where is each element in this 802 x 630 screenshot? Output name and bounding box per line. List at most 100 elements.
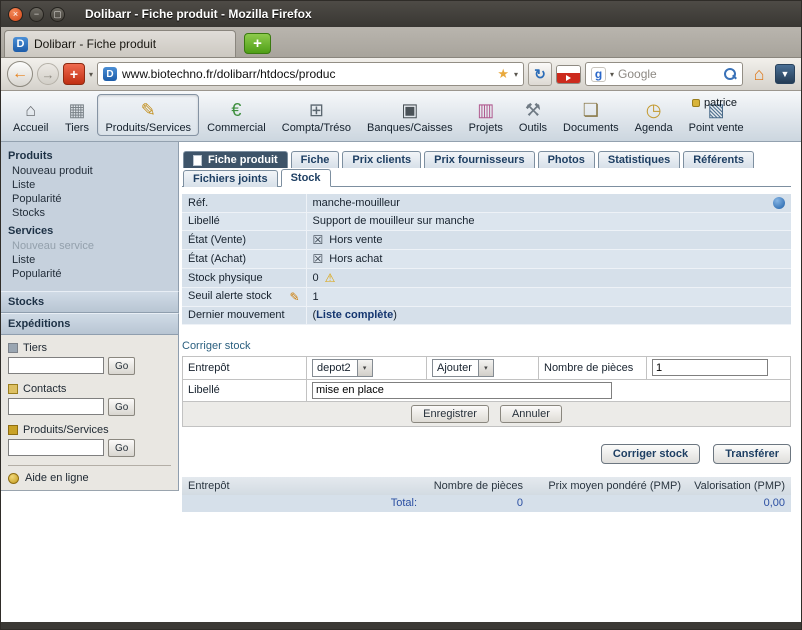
search-engine-dropdown-icon[interactable]: ▾ [610,70,614,79]
menu-label: Projets [469,122,503,134]
edit-pencil-icon[interactable]: ✎ [289,290,299,304]
menu-commercial[interactable]: € Commercial [199,94,274,136]
stock-physique-label: Stock physique [182,268,306,287]
next-ref-icon[interactable] [773,197,785,209]
search-produits-input[interactable] [8,439,104,456]
tab-stock[interactable]: Stock [281,169,331,187]
tab-prix-fournisseurs[interactable]: Prix fournisseurs [424,151,534,168]
home-button[interactable]: ⌂ [747,62,771,86]
search-contacts-input[interactable] [8,398,104,415]
close-icon: × [13,10,18,19]
chevron-down-icon: ▾ [478,360,493,376]
mouvement-label: Dernier mouvement [182,306,306,324]
online-help-link[interactable]: Aide en ligne [8,465,171,484]
menu-documents[interactable]: ❏ Documents [555,94,627,136]
youtube-icon[interactable] [556,65,581,84]
tab-referents[interactable]: Référents [683,151,754,168]
tab-fichiers-joints[interactable]: Fichiers joints [183,170,278,187]
menu-accueil[interactable]: ⌂ Accueil [5,94,56,136]
browser-tab[interactable]: D Dolibarr - Fiche produit [4,30,236,57]
sidebar-item-nouveau-produit[interactable]: Nouveau produit [1,164,178,178]
download-button[interactable]: ▼ [775,64,795,84]
sidebar-item-popularite-produits[interactable]: Popularité [1,192,178,206]
corriger-stock-button[interactable]: Corriger stock [601,444,700,464]
search-contacts-go-button[interactable]: Go [108,398,135,416]
movement-type-select[interactable]: Ajouter ▾ [432,359,494,377]
sidebar-item-stocks[interactable]: Stocks [1,206,178,220]
back-button[interactable]: ← [7,61,33,87]
tab-fiche[interactable]: Fiche [291,151,340,168]
search-produits-label: Produits/Services [23,424,109,436]
tab-prix-clients[interactable]: Prix clients [342,151,421,168]
tab-photos[interactable]: Photos [538,151,595,168]
entrepot-label: Entrepôt [183,356,307,379]
total-label: Total: [182,495,423,512]
product-info-table: Réf. manche-mouilleur Libellé Support de… [182,194,791,325]
menu-tiers[interactable]: ▦ Tiers [56,94,97,136]
menu-produits-services[interactable]: ✎ Produits/Services [97,94,199,136]
window-maximize-button[interactable]: ▢ [50,7,65,22]
home-icon: ⌂ [18,97,43,122]
user-icon [692,99,700,107]
sidebar-item-liste-produits[interactable]: Liste [1,178,178,192]
transferer-button[interactable]: Transférer [713,444,791,464]
commercial-icon: € [224,97,249,122]
firefox-window: × − ▢ Dolibarr - Fiche produit - Mozilla… [0,0,802,630]
chevron-down-icon[interactable]: ▾ [89,70,93,79]
movement-type-value: Ajouter [433,362,478,374]
sidebar-band-stocks[interactable]: Stocks [1,291,179,313]
window-minimize-button[interactable]: − [29,7,44,22]
bookmark-star-icon[interactable]: ★ [497,66,509,82]
stop-button[interactable]: + [63,63,85,85]
new-tab-button[interactable]: + [244,33,271,54]
table-row: Stock physique 0 ⚠ [182,268,791,287]
help-icon [8,473,19,484]
tab-fiche-produit[interactable]: Fiche produit [183,151,288,168]
menu-label: Commercial [207,122,266,134]
plus-icon: + [70,66,78,82]
window-close-button[interactable]: × [8,7,23,22]
search-icon[interactable] [723,67,737,81]
url-bar[interactable]: D www.biotechno.fr/dolibarr/htdocs/produ… [97,62,524,86]
search-input[interactable]: g ▾ Google [585,62,743,86]
bank-icon: ▣ [397,97,422,122]
sidebar-item-popularite-services[interactable]: Popularité [1,267,178,281]
tab-statistiques[interactable]: Statistiques [598,151,680,168]
url-dropdown-icon[interactable]: ▾ [514,70,518,79]
sidebar-item-liste-services[interactable]: Liste [1,253,178,267]
ref-label: Réf. [182,194,306,212]
building-icon [8,343,18,353]
libelle-input[interactable] [312,382,612,399]
menu-compta[interactable]: ⊞ Compta/Tréso [274,94,359,136]
home-icon: ⌂ [754,64,765,85]
menu-projets[interactable]: ▥ Projets [461,94,511,136]
save-button[interactable]: Enregistrer [411,405,489,423]
file-icon [193,155,202,166]
logged-user[interactable]: patrice [692,97,737,109]
liste-complete-link[interactable]: Liste complète [316,309,393,321]
reload-icon: ↻ [534,66,546,83]
qty-input[interactable] [652,359,768,376]
forward-button[interactable]: → [37,63,59,85]
menu-agenda[interactable]: ◷ Agenda [627,94,681,136]
search-tiers-go-button[interactable]: Go [108,357,135,375]
etat-vente-value: Hors vente [329,234,382,246]
col-pmp: Prix moyen pondéré (PMP) [529,477,687,495]
browser-toolbar: ← → + ▾ D www.biotechno.fr/dolibarr/htdo… [1,58,801,91]
menu-banques[interactable]: ▣ Banques/Caisses [359,94,461,136]
search-produits-go-button[interactable]: Go [108,439,135,457]
back-icon: ← [12,65,28,83]
warehouse-select[interactable]: depot2 ▾ [312,359,373,377]
cancel-button[interactable]: Annuler [500,405,562,423]
sidebar-band-expeditions[interactable]: Expéditions [1,313,179,335]
download-icon: ▼ [781,69,790,79]
reload-button[interactable]: ↻ [528,62,552,86]
search-contacts-label: Contacts [23,383,66,395]
browser-tab-strip: D Dolibarr - Fiche produit + [1,27,801,58]
table-row: État (Vente) ☒ Hors vente [182,230,791,249]
search-tiers-input[interactable] [8,357,104,374]
seuil-value: 1 [306,287,791,306]
seuil-label: Seuil alerte stock [188,290,272,302]
products-icon [8,425,18,435]
menu-outils[interactable]: ⚒ Outils [511,94,555,136]
